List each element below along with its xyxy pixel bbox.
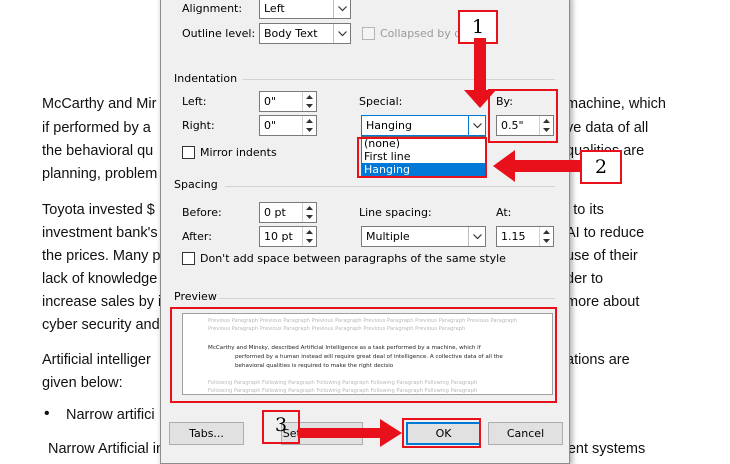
spin-down-icon[interactable] (302, 236, 316, 246)
outline-level-label: Outline level: (182, 27, 256, 40)
after-spinner[interactable]: 10 pt (259, 226, 317, 247)
step-1-label: 1 (458, 10, 498, 44)
doc-line: AI to reduce (566, 225, 645, 241)
at-label: At: (496, 206, 512, 219)
doc-line: ve data of all (566, 120, 649, 136)
spin-up-icon[interactable] (302, 92, 316, 102)
at-spinner[interactable]: 1.15 (496, 226, 554, 247)
divider (225, 186, 555, 187)
spin-down-icon[interactable] (302, 101, 316, 111)
outline-level-value: Body Text (264, 27, 318, 40)
line-spacing-select[interactable]: Multiple (361, 226, 486, 247)
at-value: 1.15 (501, 230, 526, 243)
outline-level-select[interactable]: Body Text (259, 23, 351, 44)
doc-line: ations are (566, 352, 630, 368)
doc-line: investment bank's (42, 225, 158, 241)
doc-line: l to its (566, 202, 604, 218)
cancel-button[interactable]: Cancel (488, 422, 563, 445)
doc-line: more about (566, 294, 640, 310)
preview-title: Preview (174, 290, 217, 303)
after-label: After: (182, 230, 212, 243)
dont-add-space-label: Don't add space between paragraphs of th… (200, 252, 506, 265)
indentation-title: Indentation (174, 72, 238, 85)
spin-down-icon[interactable] (539, 236, 553, 246)
spin-down-icon[interactable] (302, 125, 316, 135)
doc-line: the behavioral qu (42, 143, 154, 159)
spacing-title: Spacing (174, 178, 218, 191)
highlight-ok-button (402, 418, 481, 448)
doc-line: the prices. Many p (42, 248, 161, 264)
doc-line: der to (566, 271, 604, 287)
doc-line: increase sales by i (42, 294, 162, 310)
special-value: Hanging (366, 119, 412, 132)
step-3-label: 3 (275, 414, 288, 436)
line-spacing-value: Multiple (366, 230, 410, 243)
collapsed-checkbox[interactable] (362, 27, 375, 40)
left-indent-value: 0" (264, 95, 277, 108)
highlight-preview (170, 307, 557, 403)
doc-line: given below: (42, 375, 123, 391)
chevron-down-icon (468, 227, 485, 246)
right-indent-spinner[interactable]: 0" (259, 115, 317, 136)
mirror-indents-label: Mirror indents (200, 146, 277, 159)
doc-line: planning, problem (42, 166, 158, 182)
chevron-down-icon (468, 116, 485, 135)
before-label: Before: (182, 206, 222, 219)
special-label: Special: (359, 95, 403, 108)
doc-line: McCarthy and Mir (42, 96, 157, 112)
spin-down-icon[interactable] (302, 212, 316, 222)
special-select[interactable]: Hanging (361, 115, 486, 136)
chevron-down-icon (333, 0, 350, 18)
spin-up-icon[interactable] (539, 227, 553, 237)
alignment-value: Left (264, 2, 285, 15)
highlight-special-options (357, 137, 487, 178)
dont-add-space-checkbox[interactable] (182, 252, 195, 265)
spin-up-icon[interactable] (302, 227, 316, 237)
doc-line: Narrow artifici (66, 407, 155, 423)
right-indent-value: 0" (264, 119, 277, 132)
line-spacing-label: Line spacing: (359, 206, 432, 219)
spin-up-icon[interactable] (302, 116, 316, 126)
spin-up-icon[interactable] (302, 203, 316, 213)
divider (243, 79, 555, 80)
doc-line: Toyota invested $ (42, 202, 155, 218)
right-indent-label: Right: (182, 119, 215, 132)
doc-line: if performed by a (42, 120, 151, 136)
alignment-label: Alignment: (182, 2, 243, 15)
mirror-indents-checkbox[interactable] (182, 146, 195, 159)
after-value: 10 pt (264, 230, 293, 243)
before-spinner[interactable]: 0 pt (259, 202, 317, 223)
doc-line: Artificial intelliger (42, 352, 151, 368)
bullet-point: • (44, 405, 50, 422)
tabs-button[interactable]: Tabs... (169, 422, 244, 445)
alignment-select[interactable]: Left (259, 0, 351, 19)
left-indent-label: Left: (182, 95, 207, 108)
doc-line: machine, which (566, 96, 666, 112)
doc-line: use of their (566, 248, 638, 264)
highlight-by-field (488, 89, 558, 143)
doc-line: lack of knowledge (42, 271, 158, 287)
step-2-label: 2 (580, 150, 622, 184)
left-indent-spinner[interactable]: 0" (259, 91, 317, 112)
chevron-down-icon (333, 24, 350, 43)
before-value: 0 pt (264, 206, 286, 219)
doc-line: cyber security and (42, 317, 160, 333)
divider (219, 298, 555, 299)
